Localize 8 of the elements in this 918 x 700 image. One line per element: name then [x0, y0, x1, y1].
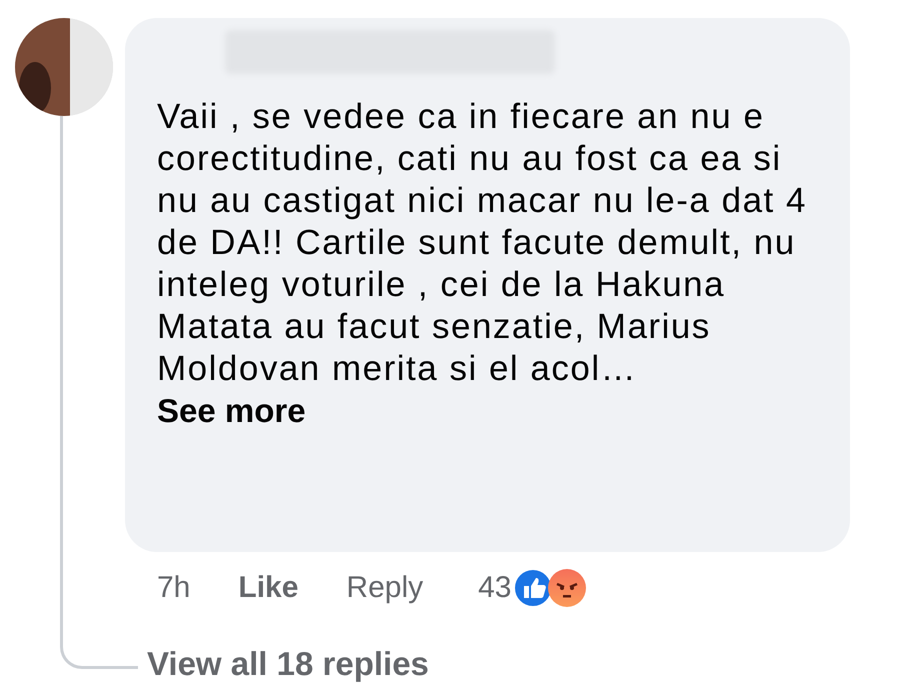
reply-link[interactable]: Reply [346, 571, 424, 605]
reaction-count: 43 [478, 571, 512, 605]
comment-text: Vaii , se vedee ca in fiecare an nu e corectitudine, cati nu au fost ca ea si nu au castigat nici macar nu le-a dat 4 de DA!! Cartile sunt facute demult, nu inteleg voturile , cei de la Hakuna Matata au facut senzatie, Marius Moldovan merita si el acol… [157, 96, 808, 390]
angry-face-icon [547, 568, 588, 608]
timestamp: 7h [157, 571, 190, 605]
like-link[interactable]: Like [238, 571, 298, 605]
see-more-link[interactable]: See more [157, 392, 306, 430]
view-replies-link[interactable]: View all 18 replies [147, 645, 429, 683]
